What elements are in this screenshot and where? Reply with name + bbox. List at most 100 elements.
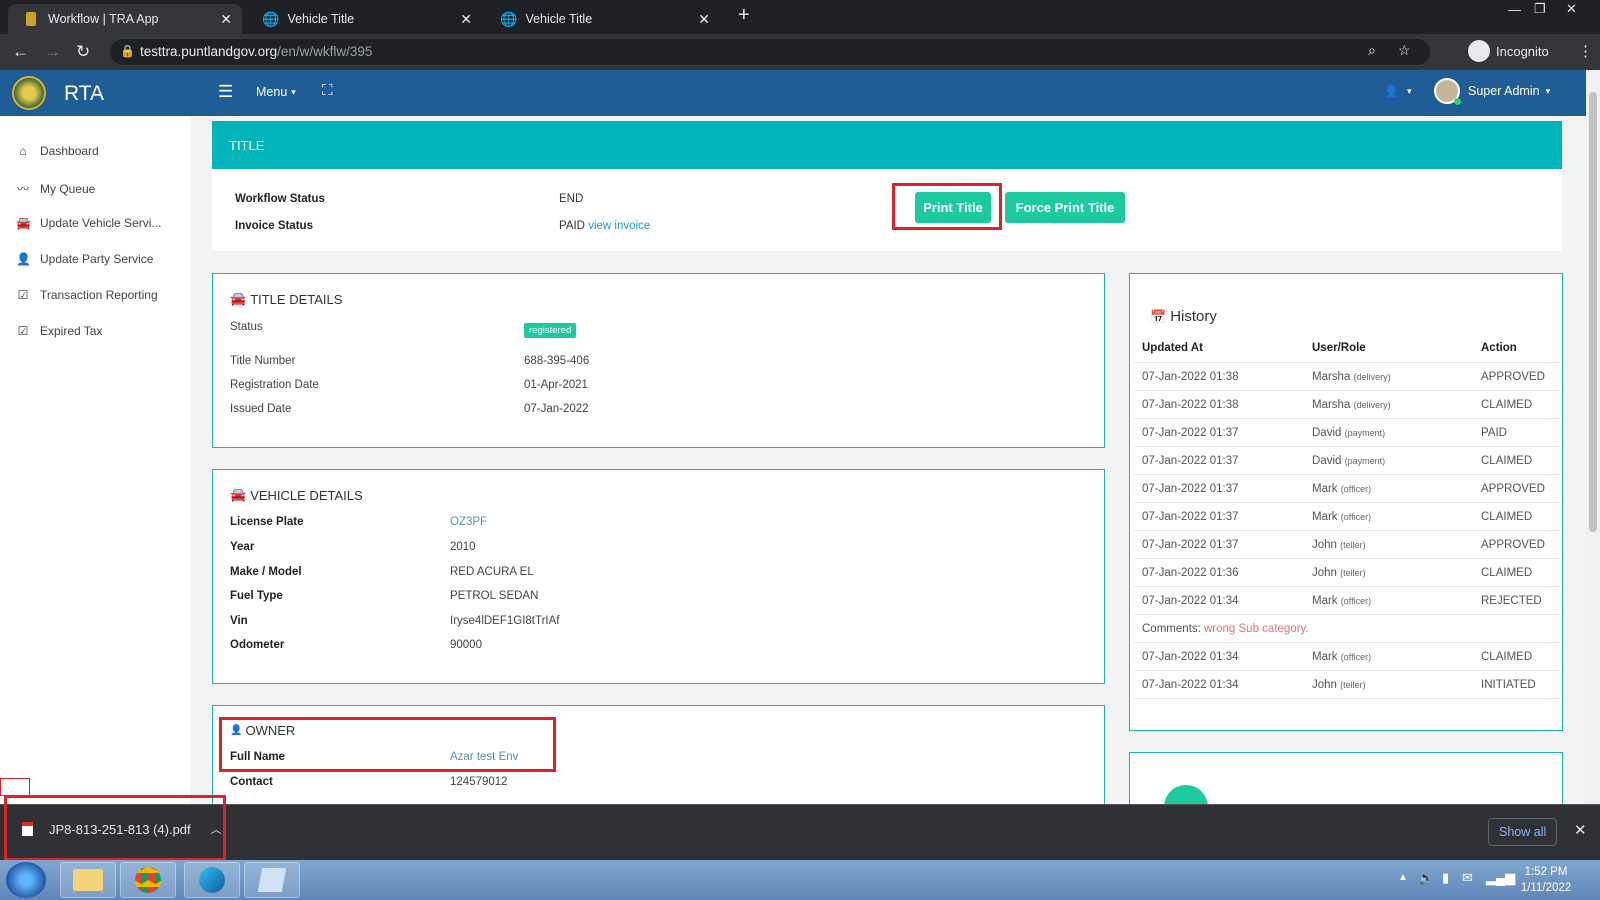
url-path: /en/w/wkflw/395 xyxy=(277,44,373,59)
chevron-down-icon: ▾ xyxy=(1406,85,1412,96)
history-updated-at: 07-Jan-2022 01:34 xyxy=(1142,679,1239,691)
history-updated-at: 07-Jan-2022 01:37 xyxy=(1142,427,1239,439)
minimize-window-icon[interactable]: — xyxy=(1508,2,1521,17)
file-explorer-icon[interactable] xyxy=(60,862,116,898)
workflow-status-value: END xyxy=(559,193,584,205)
address-bar[interactable]: 🔒 testtra.puntlandgov.org/en/w/wkflw/395… xyxy=(110,39,1430,65)
scrollbar-thumb[interactable] xyxy=(1589,92,1597,532)
windows-taskbar: ▲ 🔈 ▮ ✉ ▂▄▆ 1:52 PM 1/11/2022 xyxy=(0,860,1600,900)
globe-icon: 🌐 xyxy=(262,10,280,27)
browser-toolbar: ← → ↻ 🔒 testtra.puntlandgov.org/en/w/wkf… xyxy=(0,34,1600,70)
history-row: 07-Jan-2022 01:37 Mark (officer) CLAIMED xyxy=(1134,502,1560,530)
sidebar-item-my-queue[interactable]: 〰 My Queue xyxy=(16,180,95,197)
notepad-icon[interactable] xyxy=(244,862,300,898)
vin-label: Vin xyxy=(230,615,248,627)
close-window-icon[interactable]: ✕ xyxy=(1566,1,1577,17)
new-tab-icon[interactable]: + xyxy=(738,4,750,27)
history-role: (officer) xyxy=(1340,484,1372,494)
sidebar-item-update-party-service[interactable]: 👤 Update Party Service xyxy=(16,252,153,266)
incognito-icon xyxy=(1468,40,1490,62)
history-action: CLAIMED xyxy=(1481,651,1533,663)
tab-title: Vehicle Title xyxy=(287,12,355,26)
rta-logo xyxy=(12,76,46,110)
view-invoice-link[interactable]: view invoice xyxy=(588,220,650,232)
sidebar-item-label: Update Party Service xyxy=(40,252,154,266)
year-label: Year xyxy=(230,541,255,553)
download-item[interactable]: JP8-813-251-813 (4).pdf ︿ xyxy=(22,821,222,837)
online-dot-icon xyxy=(1454,98,1461,105)
calendar-icon: 📅 xyxy=(1150,308,1167,324)
history-table-bottom-border xyxy=(1134,698,1560,699)
make-model-value: RED ACURA EL xyxy=(450,566,534,578)
contact-label: Contact xyxy=(230,776,273,788)
title-number-label: Title Number xyxy=(230,355,296,367)
history-comment-row: Comments: wrong Sub category. xyxy=(1134,614,1560,642)
year-value: 2010 xyxy=(450,541,476,553)
forward-arrow-icon[interactable]: → xyxy=(44,42,61,62)
hamburger-icon[interactable]: ☰ xyxy=(218,82,233,102)
user-icon: 👤 xyxy=(1384,84,1399,98)
license-plate-value[interactable]: OZ3PF xyxy=(450,516,487,528)
show-hidden-icons[interactable]: ▲ xyxy=(1398,872,1408,883)
bookmark-star-icon[interactable]: ☆ xyxy=(1398,42,1411,59)
show-all-downloads-button[interactable]: Show all xyxy=(1488,818,1558,846)
history-user: Mark xyxy=(1312,651,1338,663)
browser-tab-vehicle-title-2[interactable]: 🌐 Vehicle Title ✕ xyxy=(488,4,720,34)
incognito-indicator[interactable]: Incognito xyxy=(1468,40,1549,62)
history-role: (teller) xyxy=(1340,680,1366,690)
history-row: 07-Jan-2022 01:34 John (teller) INITIATED xyxy=(1134,670,1560,698)
history-role: (officer) xyxy=(1340,596,1372,606)
issued-date-value: 07-Jan-2022 xyxy=(524,403,589,415)
close-download-bar-icon[interactable]: ✕ xyxy=(1574,821,1587,839)
fullscreen-icon[interactable]: ⛶ xyxy=(322,82,333,99)
browser-tab-workflow[interactable]: Workflow | TRA App ✕ xyxy=(8,4,242,34)
network-icon[interactable]: ✉ xyxy=(1462,870,1473,886)
chevron-up-icon[interactable]: ︿ xyxy=(211,821,222,837)
history-role: (teller) xyxy=(1340,568,1366,578)
user-name: Super Admin xyxy=(1468,84,1540,98)
menu-dropdown[interactable]: Menu ▾ xyxy=(256,85,296,99)
menu-label: Menu xyxy=(256,85,288,99)
tab-title: Vehicle Title xyxy=(525,12,593,26)
vehicle-details-card: 🚘 VEHICLE DETAILS License Plate OZ3PF Ye… xyxy=(212,469,1105,684)
chrome-icon[interactable] xyxy=(120,862,176,898)
history-user: David xyxy=(1312,427,1342,439)
title-panel-body: Workflow Status END Invoice Status PAID … xyxy=(212,169,1562,251)
print-title-button[interactable]: Print Title xyxy=(915,192,991,223)
history-row: 07-Jan-2022 01:34 Mark (officer) REJECTED xyxy=(1134,586,1560,614)
close-tab-icon[interactable]: ✕ xyxy=(460,11,472,28)
sidebar-item-label: Update Vehicle Servi... xyxy=(40,216,162,230)
edge-icon[interactable] xyxy=(184,862,240,898)
battery-icon[interactable]: ▮ xyxy=(1442,870,1449,886)
zoom-icon[interactable]: ⌕ xyxy=(1368,42,1376,59)
volume-icon[interactable]: 🔈 xyxy=(1418,870,1434,886)
sidebar-item-expired-tax[interactable]: ☑ Expired Tax xyxy=(16,324,103,338)
user-menu[interactable]: Super Admin ▾ xyxy=(1434,78,1550,105)
sidebar-item-transaction-reporting[interactable]: ☑ Transaction Reporting xyxy=(16,288,158,302)
history-user: David xyxy=(1312,455,1342,467)
system-clock[interactable]: 1:52 PM 1/11/2022 xyxy=(1506,864,1586,896)
back-arrow-icon[interactable]: ← xyxy=(12,42,29,62)
workflow-status-label: Workflow Status xyxy=(235,193,325,205)
feedback-tab[interactable] xyxy=(0,778,30,796)
start-button-icon[interactable] xyxy=(6,862,46,898)
sidebar-item-dashboard[interactable]: ⌂ Dashboard xyxy=(16,144,98,158)
browser-menu-icon[interactable]: ⋮ xyxy=(1578,42,1593,60)
sidebar-item-label: My Queue xyxy=(40,181,96,196)
force-print-title-button[interactable]: Force Print Title xyxy=(1005,192,1125,223)
notifications-dropdown[interactable]: 👤 ▾ xyxy=(1384,84,1411,98)
page-scrollbar[interactable] xyxy=(1586,70,1600,804)
status-label: Status xyxy=(230,321,263,333)
url-domain: testtra.puntlandgov.org xyxy=(140,44,278,59)
sidebar-item-update-vehicle-service[interactable]: 🚘 Update Vehicle Servi... xyxy=(16,216,161,230)
reload-icon[interactable]: ↻ xyxy=(76,42,90,62)
history-user-role: David (payment) xyxy=(1312,455,1385,467)
history-updated-at: 07-Jan-2022 01:38 xyxy=(1142,399,1239,411)
incognito-label: Incognito xyxy=(1496,43,1549,59)
url-text: testtra.puntlandgov.org/en/w/wkflw/395 xyxy=(140,44,372,59)
close-tab-icon[interactable]: ✕ xyxy=(220,11,232,28)
comment-label: Comments: xyxy=(1142,623,1201,635)
browser-tab-vehicle-title-1[interactable]: 🌐 Vehicle Title ✕ xyxy=(250,4,482,34)
restore-window-icon[interactable]: ❐ xyxy=(1534,1,1546,17)
close-tab-icon[interactable]: ✕ xyxy=(698,11,710,28)
